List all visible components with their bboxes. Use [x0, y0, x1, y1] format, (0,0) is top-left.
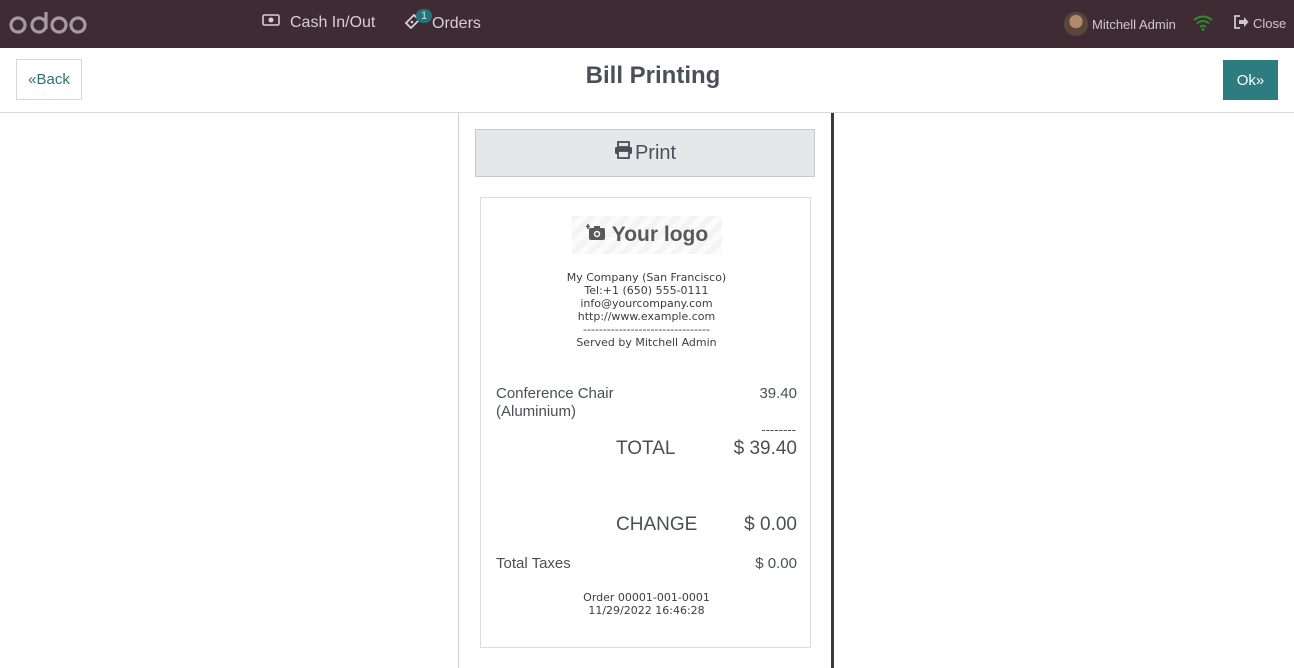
- taxes-label: Total Taxes: [496, 555, 571, 572]
- company-email: info@yourcompany.com: [580, 297, 713, 310]
- screen-header: « Back Bill Printing Ok »: [0, 48, 1294, 113]
- close-label: Close: [1253, 16, 1287, 31]
- sign-out-icon: [1234, 15, 1249, 32]
- change-value: $ 0.00: [744, 514, 797, 535]
- close-session-button[interactable]: Close: [1234, 15, 1286, 32]
- cash-in-out-label: Cash In/Out: [290, 13, 376, 31]
- user-menu[interactable]: Mitchell Admin: [1064, 12, 1176, 36]
- company-phone: Tel:+1 (650) 555-0111: [584, 284, 709, 297]
- money-icon: [262, 13, 280, 32]
- camera-icon: [585, 223, 606, 247]
- separator: --------------------------------: [582, 323, 710, 336]
- total-label: TOTAL: [616, 438, 676, 459]
- taxes-row: Total Taxes $ 0.00: [496, 555, 797, 572]
- logo-label: Your logo: [611, 223, 709, 246]
- print-label: Print: [634, 141, 677, 164]
- company-name: My Company (San Francisco): [566, 271, 727, 284]
- orderline: Conference Chair (Aluminium) 39.40: [496, 385, 797, 421]
- user-name: Mitchell Admin: [1092, 16, 1176, 32]
- avatar: [1064, 12, 1088, 36]
- print-button[interactable]: Print: [475, 129, 815, 177]
- page-title: Bill Printing: [585, 62, 721, 89]
- receipt-screen: Print Your logo My Company (San Francisc…: [0, 113, 1294, 668]
- top-navbar: Cash In/Out 1 Orders Mitchell Admin Clos…: [0, 0, 1294, 48]
- ok-button[interactable]: Ok »: [1223, 60, 1278, 100]
- orders-button[interactable]: 1 Orders: [404, 9, 481, 34]
- ok-label: Ok: [1236, 71, 1256, 89]
- change-label: CHANGE: [616, 514, 698, 535]
- change-row: CHANGE $ 0.00: [616, 514, 797, 536]
- order-datetime: 11/29/2022 16:46:28: [588, 604, 705, 617]
- orderline-product: Conference Chair (Aluminium): [496, 385, 614, 420]
- panel-divider: [831, 113, 834, 668]
- company-logo-placeholder: Your logo: [572, 216, 722, 254]
- company-info: My Company (San Francisco) Tel:+1 (650) …: [481, 271, 812, 349]
- total-value: $ 39.40: [733, 438, 797, 459]
- total-row: TOTAL $ 39.40: [616, 438, 797, 460]
- cash-in-out-button[interactable]: Cash In/Out: [262, 13, 375, 32]
- company-website: http://www.example.com: [577, 310, 716, 323]
- orders-label: Orders: [432, 14, 481, 32]
- order-info: Order 00001-001-0001 11/29/2022 16:46:28: [481, 591, 812, 617]
- ticket-icon: 1: [404, 9, 433, 34]
- orderline-price: 39.40: [759, 385, 797, 402]
- double-chevron-right-icon: »: [1255, 71, 1265, 89]
- receipt: Your logo My Company (San Francisco) Tel…: [480, 197, 811, 648]
- orders-count-badge: 1: [416, 9, 433, 23]
- order-reference: Order 00001-001-0001: [583, 591, 710, 604]
- odoo-logo: [9, 12, 87, 34]
- receipt-panel: Print Your logo My Company (San Francisc…: [458, 113, 834, 668]
- wifi-icon: [1193, 15, 1213, 36]
- cashier-line: Served by Mitchell Admin: [576, 336, 717, 349]
- printer-icon: [614, 141, 633, 165]
- taxes-value: $ 0.00: [755, 555, 797, 572]
- total-separator: --------: [761, 422, 796, 437]
